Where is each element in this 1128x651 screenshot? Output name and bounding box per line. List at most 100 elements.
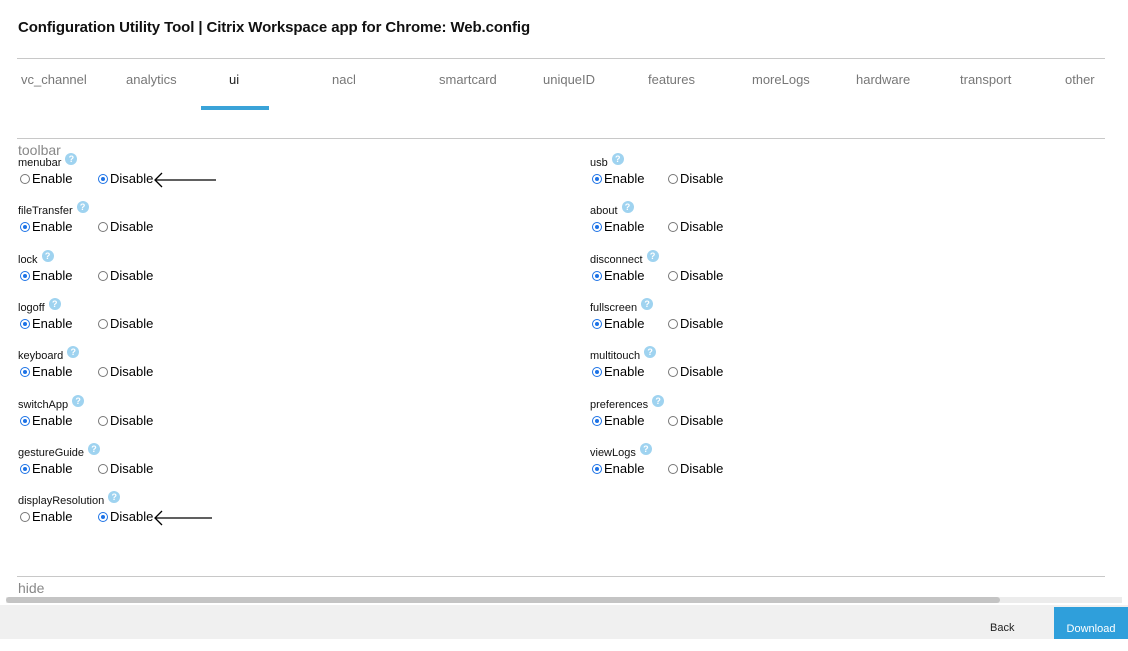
radio-unselected-icon[interactable] xyxy=(668,319,678,329)
radio-disable[interactable]: Disable xyxy=(98,171,153,186)
radio-enable[interactable]: Enable xyxy=(20,509,72,524)
radio-selected-icon[interactable] xyxy=(20,319,30,329)
radio-disable[interactable]: Disable xyxy=(668,364,723,379)
help-icon[interactable]: ? xyxy=(644,346,657,358)
radio-disable[interactable]: Disable xyxy=(98,268,153,283)
radio-disable[interactable]: Disable xyxy=(668,316,723,331)
tab-hardware[interactable]: hardware xyxy=(856,72,910,87)
tab-transport[interactable]: transport xyxy=(960,72,1011,87)
radio-unselected-icon[interactable] xyxy=(98,367,108,377)
radio-disable[interactable]: Disable xyxy=(98,413,153,428)
radio-label: Enable xyxy=(604,219,645,234)
help-icon[interactable]: ? xyxy=(88,443,101,455)
help-icon[interactable]: ? xyxy=(67,346,80,358)
help-icon[interactable]: ? xyxy=(108,491,121,503)
radio-selected-icon[interactable] xyxy=(20,464,30,474)
radio-disable[interactable]: Disable xyxy=(98,316,153,331)
radio-unselected-icon[interactable] xyxy=(20,512,30,522)
horizontal-scrollbar-thumb[interactable] xyxy=(6,597,1000,603)
tab-features[interactable]: features xyxy=(648,72,695,87)
radio-enable[interactable]: Enable xyxy=(20,171,72,186)
radio-unselected-icon[interactable] xyxy=(20,174,30,184)
radio-enable[interactable]: Enable xyxy=(592,171,644,186)
radio-label: Enable xyxy=(604,316,645,331)
radio-disable[interactable]: Disable xyxy=(668,413,723,428)
radio-disable[interactable]: Disable xyxy=(668,171,723,186)
tab-smartcard[interactable]: smartcard xyxy=(439,72,497,87)
help-icon[interactable]: ? xyxy=(652,395,665,407)
back-button[interactable]: Back xyxy=(990,622,1014,634)
radio-disable[interactable]: Disable xyxy=(98,219,153,234)
radio-enable[interactable]: Enable xyxy=(592,268,644,283)
help-icon[interactable]: ? xyxy=(76,201,89,213)
radio-selected-icon[interactable] xyxy=(592,174,602,184)
radio-enable[interactable]: Enable xyxy=(592,413,644,428)
radio-unselected-icon[interactable] xyxy=(668,464,678,474)
help-icon[interactable]: ? xyxy=(41,250,54,262)
option-viewlogs: viewLogs? Enable Disable xyxy=(590,443,970,487)
radio-unselected-icon[interactable] xyxy=(98,464,108,474)
tab-vc-channel[interactable]: vc_channel xyxy=(21,72,87,87)
tab-other[interactable]: other xyxy=(1065,72,1095,87)
radio-enable[interactable]: Enable xyxy=(20,461,72,476)
option-keyboard: keyboard? Enable Disable xyxy=(18,346,398,390)
radio-label: Disable xyxy=(110,461,154,476)
help-icon[interactable]: ? xyxy=(48,298,61,310)
radio-disable[interactable]: Disable xyxy=(98,364,153,379)
radio-unselected-icon[interactable] xyxy=(668,416,678,426)
radio-disable[interactable]: Disable xyxy=(98,509,153,524)
radio-selected-icon[interactable] xyxy=(20,367,30,377)
radio-enable[interactable]: Enable xyxy=(592,219,644,234)
radio-unselected-icon[interactable] xyxy=(668,174,678,184)
radio-selected-icon[interactable] xyxy=(20,271,30,281)
radio-enable[interactable]: Enable xyxy=(592,461,644,476)
tab-morelogs[interactable]: moreLogs xyxy=(752,72,810,87)
radio-label: Enable xyxy=(32,461,73,476)
tab-ui[interactable]: ui xyxy=(229,72,239,87)
help-icon[interactable]: ? xyxy=(72,395,85,407)
radio-unselected-icon[interactable] xyxy=(98,319,108,329)
radio-selected-icon[interactable] xyxy=(98,512,108,522)
tab-analytics[interactable]: analytics xyxy=(126,72,177,87)
radio-selected-icon[interactable] xyxy=(592,222,602,232)
tab-nacl[interactable]: nacl xyxy=(332,72,356,87)
option-name: fileTransfer? xyxy=(18,201,89,217)
radio-selected-icon[interactable] xyxy=(592,271,602,281)
radio-selected-icon[interactable] xyxy=(20,416,30,426)
help-icon[interactable]: ? xyxy=(65,153,78,165)
radio-selected-icon[interactable] xyxy=(592,464,602,474)
radio-enable[interactable]: Enable xyxy=(20,219,72,234)
radio-enable[interactable]: Enable xyxy=(592,364,644,379)
download-button[interactable]: Download xyxy=(1054,607,1128,639)
help-icon[interactable]: ? xyxy=(621,201,634,213)
radio-label: Disable xyxy=(110,364,154,379)
radio-unselected-icon[interactable] xyxy=(668,271,678,281)
radio-enable[interactable]: Enable xyxy=(20,316,72,331)
option-name-label: fileTransfer xyxy=(18,205,73,217)
radio-selected-icon[interactable] xyxy=(592,367,602,377)
radio-label: Disable xyxy=(110,509,154,524)
help-icon[interactable]: ? xyxy=(641,298,654,310)
help-icon[interactable]: ? xyxy=(639,443,652,455)
radio-unselected-icon[interactable] xyxy=(668,367,678,377)
radio-unselected-icon[interactable] xyxy=(98,416,108,426)
radio-unselected-icon[interactable] xyxy=(668,222,678,232)
radio-enable[interactable]: Enable xyxy=(20,364,72,379)
radio-label: Disable xyxy=(110,413,154,428)
radio-disable[interactable]: Disable xyxy=(668,268,723,283)
radio-selected-icon[interactable] xyxy=(98,174,108,184)
radio-unselected-icon[interactable] xyxy=(98,222,108,232)
help-icon[interactable]: ? xyxy=(611,153,624,165)
radio-selected-icon[interactable] xyxy=(592,319,602,329)
radio-enable[interactable]: Enable xyxy=(20,413,72,428)
radio-enable[interactable]: Enable xyxy=(592,316,644,331)
radio-selected-icon[interactable] xyxy=(592,416,602,426)
tab-uniqueid[interactable]: uniqueID xyxy=(543,72,595,87)
radio-disable[interactable]: Disable xyxy=(98,461,153,476)
radio-unselected-icon[interactable] xyxy=(98,271,108,281)
radio-disable[interactable]: Disable xyxy=(668,219,723,234)
radio-selected-icon[interactable] xyxy=(20,222,30,232)
radio-enable[interactable]: Enable xyxy=(20,268,72,283)
help-icon[interactable]: ? xyxy=(646,250,659,262)
radio-disable[interactable]: Disable xyxy=(668,461,723,476)
